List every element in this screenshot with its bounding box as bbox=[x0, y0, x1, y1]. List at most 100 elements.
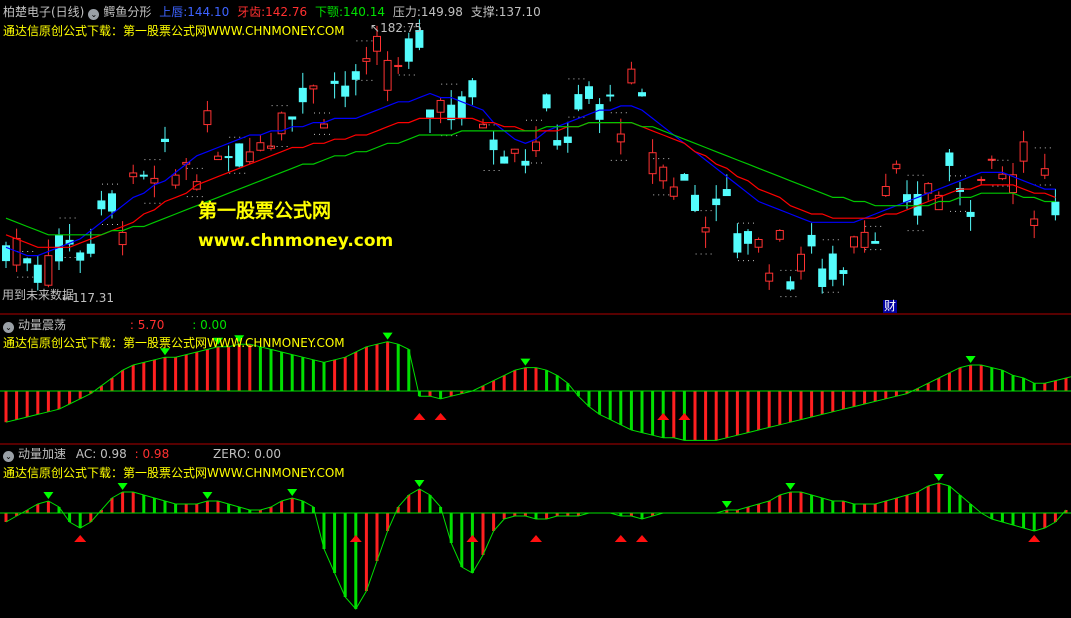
candle-body bbox=[786, 281, 795, 290]
candle-body bbox=[108, 193, 116, 212]
candle-body bbox=[606, 94, 615, 97]
candle-body bbox=[1051, 201, 1060, 216]
candle-body bbox=[468, 80, 477, 98]
stock-name[interactable]: 柏楚电子(日线) bbox=[3, 5, 84, 19]
candle-body bbox=[659, 166, 668, 182]
candle-body bbox=[733, 233, 742, 253]
main-price-pane[interactable] bbox=[2, 19, 1060, 298]
momentum-acceleration-pane[interactable] bbox=[0, 474, 1071, 610]
acc-buy-triangle bbox=[1028, 535, 1041, 542]
candle-body bbox=[298, 87, 307, 103]
candle-body bbox=[479, 123, 487, 129]
candle-body bbox=[500, 156, 509, 164]
candle-body bbox=[426, 109, 434, 118]
candle-body bbox=[807, 234, 816, 247]
candle-body bbox=[648, 152, 657, 175]
osc-sell-triangle bbox=[520, 358, 531, 366]
teeth-label: 牙齿: bbox=[237, 5, 266, 19]
candle-body bbox=[595, 104, 604, 120]
candle-body bbox=[765, 272, 774, 282]
candle-body bbox=[447, 104, 456, 121]
stock-chart-canvas[interactable] bbox=[0, 0, 1071, 618]
candle-body bbox=[351, 71, 360, 80]
osc-subtitle: 通达信原创公式下载：第一股票公式网WWW.CHNMONEY.COM bbox=[3, 336, 345, 350]
lips-label: 上唇: bbox=[159, 5, 188, 19]
candle-body bbox=[489, 139, 498, 151]
circle-chevron-icon[interactable]: ⌄ bbox=[3, 322, 14, 333]
acc-ac-value: AC: 0.98 bbox=[75, 447, 127, 461]
candle-body bbox=[86, 243, 95, 254]
osc-buy-triangle bbox=[413, 413, 426, 420]
osc-sell-triangle bbox=[382, 332, 393, 340]
acc-sell-triangle bbox=[933, 474, 944, 481]
candle-body bbox=[404, 38, 413, 62]
candle-body bbox=[383, 59, 392, 91]
candle-body bbox=[1040, 168, 1049, 176]
circle-chevron-icon[interactable]: ⌄ bbox=[3, 451, 14, 462]
high-price-value: 182.75 bbox=[380, 21, 423, 35]
jaw-value: 140.14 bbox=[343, 5, 386, 19]
candle-body bbox=[977, 178, 986, 181]
candle-body bbox=[818, 268, 827, 287]
candle-body bbox=[839, 270, 848, 274]
candle-body bbox=[712, 198, 721, 206]
acc-buy-triangle bbox=[614, 535, 627, 542]
acc-zero-value: ZERO: 0.00 bbox=[213, 447, 281, 461]
candle-body bbox=[945, 152, 954, 166]
acc-sell-triangle bbox=[202, 492, 213, 499]
candle-body bbox=[320, 123, 328, 129]
jaw-label: 下颚: bbox=[314, 5, 344, 19]
candle-body bbox=[245, 151, 254, 163]
candle-body bbox=[828, 253, 837, 280]
pressure-value: 149.98 bbox=[420, 5, 463, 19]
candle-body bbox=[330, 80, 339, 84]
acc-title[interactable]: 动量加速 bbox=[18, 447, 66, 461]
circle-chevron-icon[interactable]: ⌄ bbox=[88, 9, 100, 20]
candle-body bbox=[701, 227, 710, 233]
candle-body bbox=[44, 255, 53, 286]
low-price-label: ←117.31 bbox=[62, 291, 115, 305]
acc-buy-triangle bbox=[74, 535, 87, 542]
osc-title[interactable]: 动量震荡 bbox=[18, 318, 66, 332]
alligator-teeth-line bbox=[5, 117, 1056, 248]
candle-body bbox=[754, 239, 763, 248]
candle-body bbox=[373, 35, 381, 52]
acc-buy-triangle bbox=[349, 535, 362, 542]
candle-body bbox=[987, 158, 996, 161]
low-price-value: 117.31 bbox=[72, 291, 115, 305]
candle-body bbox=[542, 94, 551, 109]
candle-body bbox=[267, 145, 275, 149]
finance-marker[interactable]: 财 bbox=[883, 300, 898, 313]
candle-body bbox=[892, 163, 901, 170]
osc-panel-header: ⌄ 动量震荡 : 5.70 : 0.00 bbox=[3, 318, 231, 333]
candle-body bbox=[23, 258, 32, 264]
osc-buy-triangle bbox=[678, 413, 691, 420]
candle-body bbox=[669, 186, 678, 197]
candle-body bbox=[638, 92, 646, 97]
candle-body bbox=[256, 142, 265, 151]
candle-body bbox=[616, 133, 625, 143]
acc-sell-triangle bbox=[721, 501, 732, 508]
acc-value-2: : 0.98 bbox=[134, 447, 170, 461]
support-label: 支撑: bbox=[470, 5, 499, 19]
osc-value-2: : 0.00 bbox=[192, 318, 227, 332]
candle-body bbox=[563, 136, 572, 143]
candle-body bbox=[118, 231, 127, 246]
watermark-cn: 第一股票公式网 bbox=[198, 200, 332, 222]
high-price-label: ↖182.75 bbox=[370, 21, 423, 35]
candle-body bbox=[722, 189, 731, 197]
acc-sell-triangle bbox=[43, 492, 54, 499]
support-value: 137.10 bbox=[498, 5, 541, 19]
candle-body bbox=[775, 230, 784, 240]
teeth-value: 142.76 bbox=[265, 5, 308, 19]
candle-body bbox=[33, 264, 42, 283]
acc-sell-triangle bbox=[785, 483, 796, 490]
candle-body bbox=[203, 110, 212, 126]
candle-body bbox=[521, 160, 530, 166]
indicator-name[interactable]: 鳄鱼分形 bbox=[103, 5, 151, 19]
candle-body bbox=[171, 174, 180, 186]
candle-body bbox=[288, 116, 297, 120]
acc-buy-triangle bbox=[466, 535, 479, 542]
main-panel-header: 柏楚电子(日线) ⌄ 鳄鱼分形 上唇:144.10 牙齿:142.76 下颚:140… bbox=[3, 5, 545, 20]
candle-body bbox=[362, 58, 371, 62]
